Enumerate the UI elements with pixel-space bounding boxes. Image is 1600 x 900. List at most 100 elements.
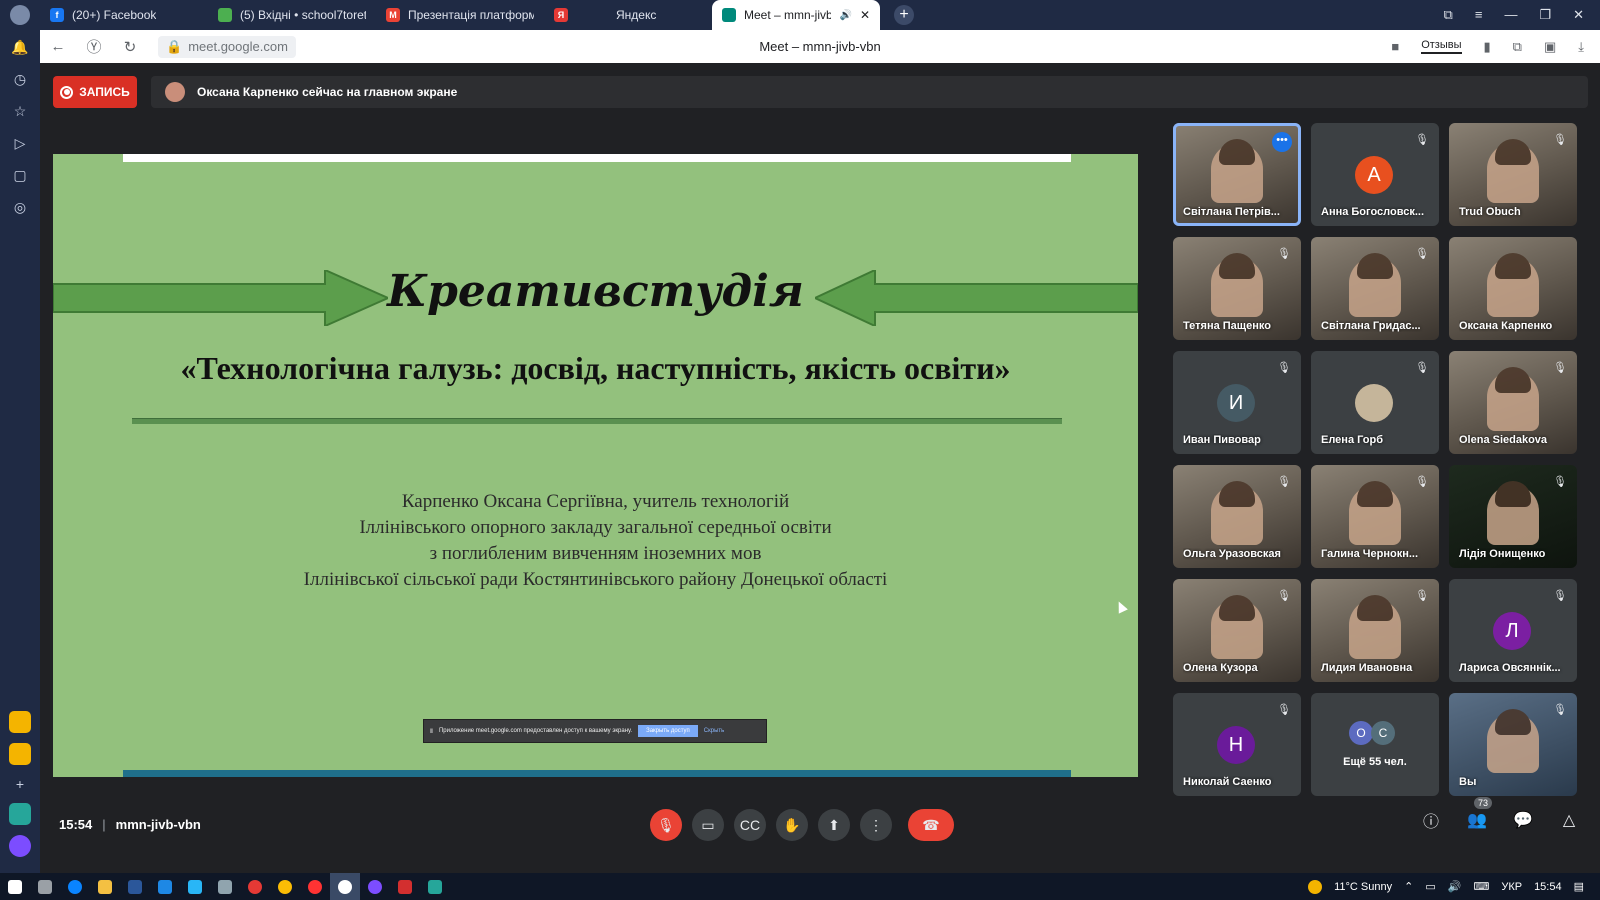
lock-icon: 🔒 <box>166 38 183 54</box>
taskmanager-icon[interactable] <box>420 873 450 900</box>
opera-icon[interactable] <box>240 873 270 900</box>
mail-app-icon[interactable] <box>9 711 31 733</box>
new-tab-button[interactable]: + <box>894 5 914 25</box>
camera-toggle-button[interactable]: ▭ <box>692 809 724 841</box>
participant-tile[interactable]: 🎙 Olena Siedakova <box>1449 351 1577 454</box>
participant-name: Світлана Гридас... <box>1321 320 1421 332</box>
tab-presentation[interactable]: M Презентація платформи С <box>376 0 544 30</box>
mail-icon[interactable] <box>150 873 180 900</box>
close-icon[interactable]: ✕ <box>860 8 870 22</box>
history-icon[interactable]: ◷ <box>11 70 29 88</box>
participant-tile[interactable]: 🎙 Галина Чернокн... <box>1311 465 1439 568</box>
add-icon[interactable]: + <box>11 775 29 793</box>
alice-icon[interactable] <box>9 835 31 857</box>
yandex-browser-icon[interactable] <box>300 873 330 900</box>
yandex-active-icon[interactable] <box>330 873 360 900</box>
language-indicator[interactable]: УКР <box>1501 881 1522 893</box>
bell-icon[interactable]: 🔔 <box>11 38 29 56</box>
protect-icon[interactable]: ▣ <box>1544 39 1556 55</box>
menu-icon[interactable]: ≡ <box>1475 7 1483 23</box>
participant-tile[interactable]: 🎙 А Анна Богословск... <box>1311 123 1439 226</box>
participant-video <box>1349 481 1401 545</box>
store-icon[interactable] <box>210 873 240 900</box>
task-view-icon[interactable] <box>30 873 60 900</box>
volume-icon[interactable]: 🔊 <box>1448 880 1462 893</box>
weather-text[interactable]: 11°C Sunny <box>1334 881 1392 893</box>
messenger-icon[interactable] <box>9 803 31 825</box>
app-icon[interactable] <box>180 873 210 900</box>
close-window-icon[interactable]: ✕ <box>1573 7 1584 23</box>
collections-icon[interactable]: ▢ <box>11 166 29 184</box>
sidebar-apps: + <box>9 711 31 857</box>
taskbar-clock[interactable]: 15:54 <box>1534 881 1562 893</box>
tab-meet[interactable]: Meet – mmn-jivb-vbn 🔊 ✕ <box>712 0 880 30</box>
screenshot-icon[interactable]: ◎ <box>11 198 29 216</box>
edge-icon[interactable] <box>60 873 90 900</box>
chrome-icon[interactable] <box>270 873 300 900</box>
meeting-details-icon[interactable]: ⓘ <box>1420 809 1442 831</box>
participant-tile[interactable]: 🎙 Л Лариса Овсяннік... <box>1449 579 1577 682</box>
tab-inbox[interactable]: (5) Вхідні • school7toretsk <box>208 0 376 30</box>
keyboard-icon[interactable]: ⌨ <box>1473 880 1489 893</box>
participant-tile[interactable]: ••• Світлана Петрів... <box>1173 123 1301 226</box>
mic-off-icon: 🎙 <box>1277 362 1291 374</box>
participant-tile[interactable]: 🎙 Олена Кузора <box>1173 579 1301 682</box>
start-icon[interactable] <box>0 873 30 900</box>
participant-tile[interactable]: 🎙 Лідія Онищенко <box>1449 465 1577 568</box>
extensions-icon[interactable]: ⧉ <box>1513 39 1522 55</box>
participant-name: Галина Чернокн... <box>1321 548 1419 560</box>
browser-tab-strip: f (20+) Facebook (5) Вхідні • school7tor… <box>0 0 1600 30</box>
browser-logo-icon[interactable] <box>0 0 40 30</box>
participant-tile[interactable]: 🎙 Світлана Гридас... <box>1311 237 1439 340</box>
more-participants-tile[interactable]: О С Ещё 55 чел. <box>1311 693 1439 796</box>
mic-toggle-button[interactable]: 🎙 <box>650 809 682 841</box>
acrobat-icon[interactable] <box>390 873 420 900</box>
bookmark-panel-icon[interactable]: ⧉ <box>1444 7 1453 23</box>
participant-tile[interactable]: 🎙 Trud Obuch <box>1449 123 1577 226</box>
tab-facebook[interactable]: f (20+) Facebook <box>40 0 208 30</box>
download-icon[interactable]: ⤓ <box>1578 39 1584 55</box>
participant-tile[interactable]: 🎙 Елена Горб <box>1311 351 1439 454</box>
notifications-icon[interactable]: ▤ <box>1574 880 1584 893</box>
raise-hand-button[interactable]: ✋ <box>776 809 808 841</box>
participant-tile[interactable]: Оксана Карпенко <box>1449 237 1577 340</box>
yandex-logo-icon[interactable]: Ⓨ <box>76 36 112 57</box>
participant-tile[interactable]: 🎙 И Иван Пивовар <box>1173 351 1301 454</box>
activities-icon[interactable]: △ <box>1558 809 1580 831</box>
participant-tile[interactable]: 🎙 Ольга Уразовская <box>1173 465 1301 568</box>
slide-divider <box>132 418 1062 424</box>
back-icon[interactable]: ← <box>40 38 76 55</box>
minimize-icon[interactable]: — <box>1504 7 1517 23</box>
leave-call-button[interactable]: ☎ <box>908 809 954 841</box>
tab-yandex[interactable]: Я Яндекс <box>544 0 712 30</box>
captions-button[interactable]: CC <box>734 809 766 841</box>
viber-icon[interactable] <box>360 873 390 900</box>
participant-tile[interactable]: 🎙 Тетяна Пащенко <box>1173 237 1301 340</box>
participant-tile[interactable]: 🎙 Лидия Ивановна <box>1311 579 1439 682</box>
chat-icon[interactable]: 💬 <box>1512 809 1534 831</box>
restore-icon[interactable]: ❐ <box>1539 7 1551 23</box>
mail-app-2-icon[interactable] <box>9 743 31 765</box>
more-options-button[interactable]: ⋮ <box>860 809 892 841</box>
mic-off-icon: 🎙 <box>1415 476 1429 488</box>
hide-notice-button[interactable]: Скрыть <box>704 728 724 734</box>
self-tile[interactable]: 🎙 Вы <box>1449 693 1577 796</box>
participant-video <box>1211 481 1263 545</box>
reviews-button[interactable]: Отзывы <box>1421 39 1462 54</box>
word-icon[interactable] <box>120 873 150 900</box>
chevron-up-icon[interactable]: ⌃ <box>1404 880 1413 893</box>
explorer-icon[interactable] <box>90 873 120 900</box>
recording-badge[interactable]: ЗАПИСЬ <box>53 76 137 108</box>
star-icon[interactable]: ☆ <box>11 102 29 120</box>
url-field[interactable]: 🔒 meet.google.com <box>158 35 296 58</box>
reload-icon[interactable]: ↻ <box>112 38 148 56</box>
network-icon[interactable]: ▭ <box>1425 880 1435 893</box>
stop-sharing-button[interactable]: Закрыть доступ <box>638 725 698 737</box>
play-icon[interactable]: ▷ <box>11 134 29 152</box>
participant-tile[interactable]: 🎙 Н Николай Саенко <box>1173 693 1301 796</box>
people-button[interactable]: 👥 73 <box>1466 797 1492 831</box>
bookmark-icon[interactable]: ▮ <box>1484 39 1491 55</box>
more-options-icon[interactable]: ••• <box>1272 132 1292 152</box>
present-button[interactable]: ⬆ <box>818 809 850 841</box>
camera-indicator-icon[interactable]: ■ <box>1391 39 1399 54</box>
